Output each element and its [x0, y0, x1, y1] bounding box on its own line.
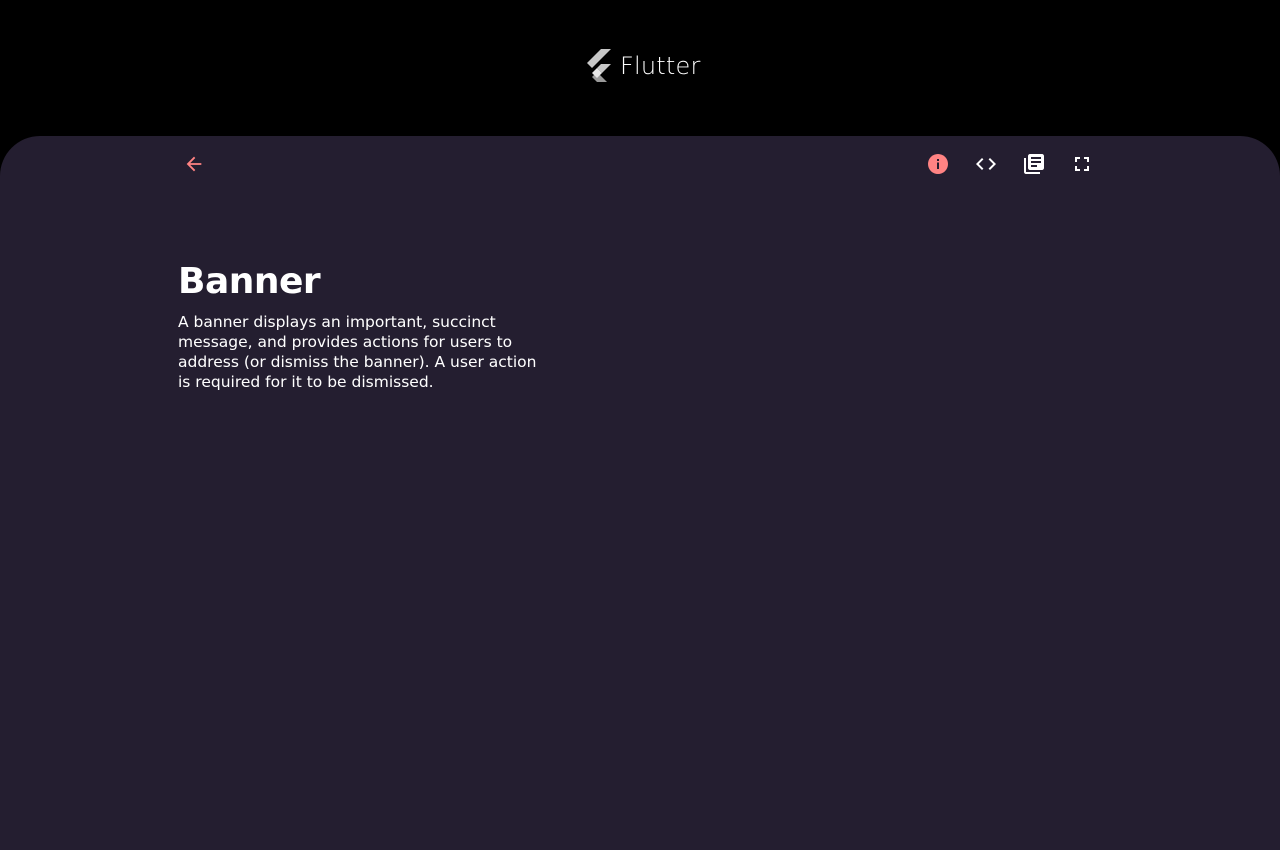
flutter-logo: Flutter: [584, 49, 701, 83]
fullscreen-button[interactable]: [1066, 148, 1098, 180]
page-title: Banner: [178, 261, 321, 302]
demo-intro: Banner A banner displays an important, s…: [178, 260, 558, 392]
back-button[interactable]: [178, 148, 210, 180]
brand-name: Flutter: [620, 52, 701, 80]
app-header: Flutter: [0, 0, 1280, 136]
code-button[interactable]: [970, 148, 1002, 180]
page-description: A banner displays an important, succinct…: [178, 313, 537, 391]
flutter-logo-icon: [587, 49, 611, 82]
library-books-icon: [1024, 154, 1044, 174]
code-icon: [976, 158, 996, 170]
documentation-button[interactable]: [1018, 148, 1050, 180]
info-button[interactable]: [922, 148, 954, 180]
info-icon: [928, 154, 948, 174]
demo-panel: Banner A banner displays an important, s…: [0, 136, 1280, 850]
arrow-back-icon: [186, 156, 202, 172]
fullscreen-icon: [1075, 157, 1089, 171]
